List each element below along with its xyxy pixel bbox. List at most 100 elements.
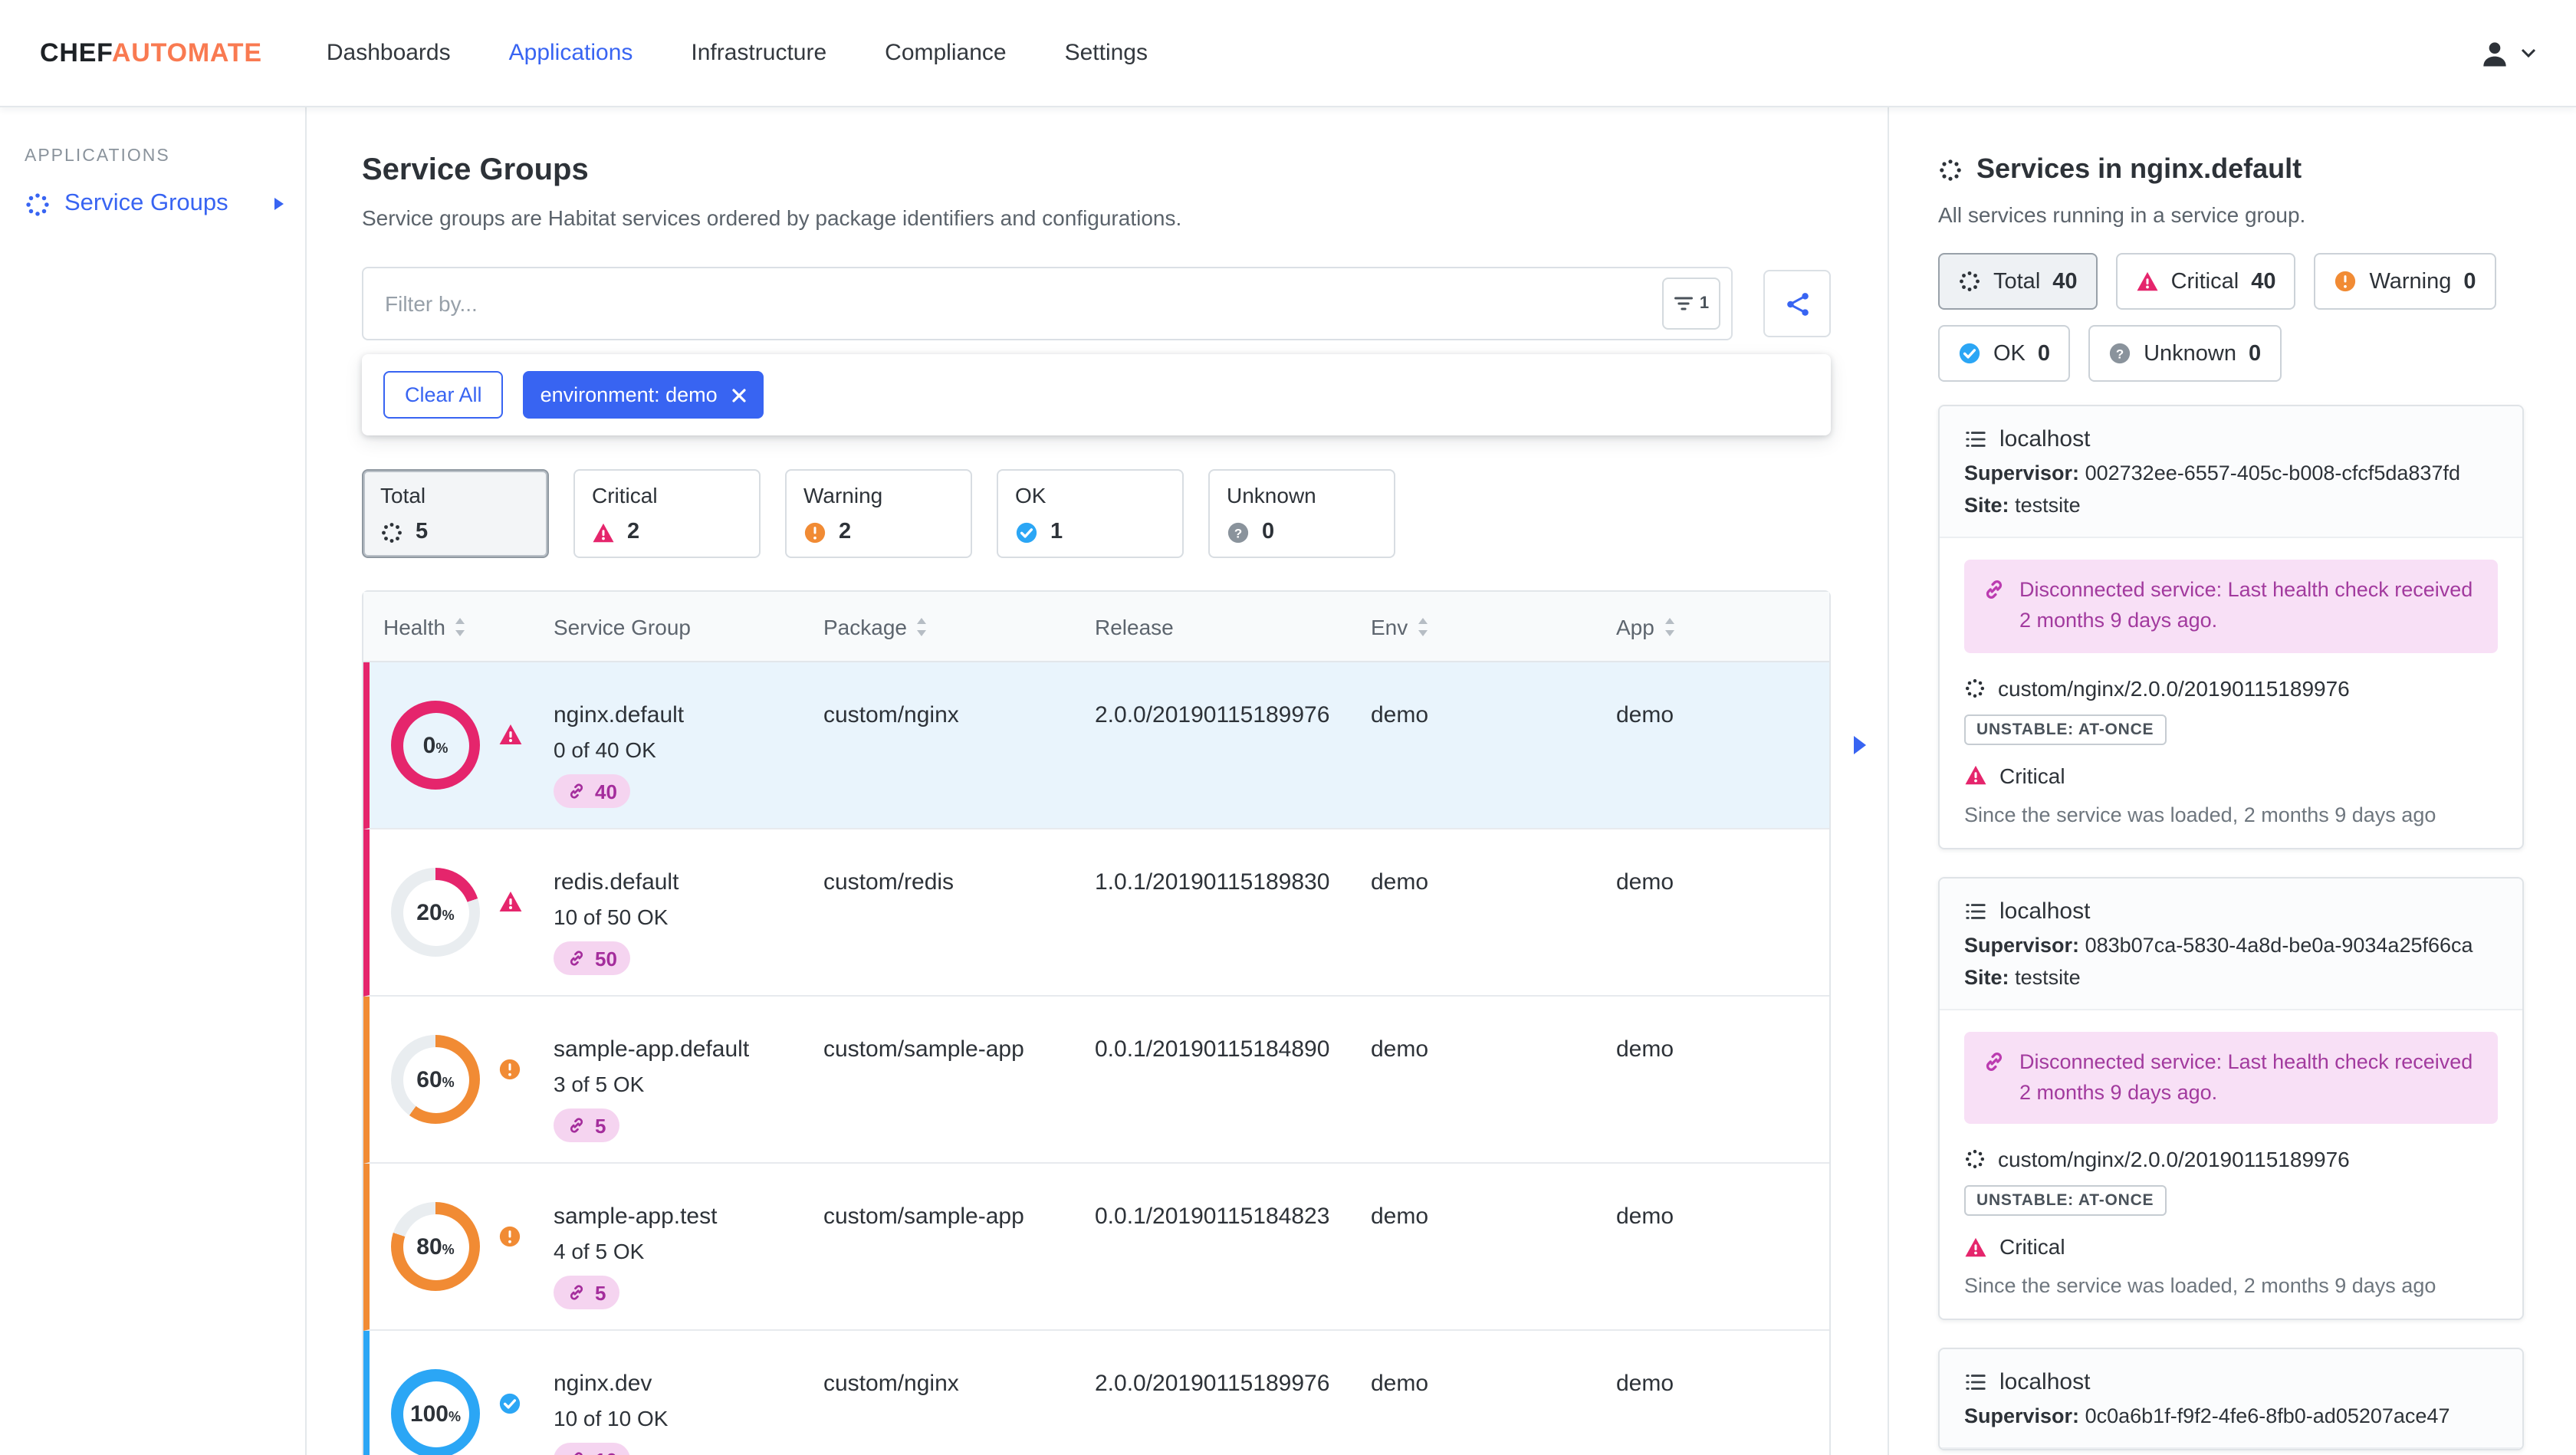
percent-sign: % — [435, 740, 449, 755]
status-card-label: Warning — [803, 483, 883, 507]
user-menu[interactable] — [2478, 36, 2536, 70]
sidebar-item-service-groups[interactable]: Service Groups — [25, 190, 284, 218]
sidebar-item-label: Service Groups — [64, 190, 228, 216]
share-button[interactable] — [1763, 270, 1831, 337]
top-navbar: CHEFAUTOMATE Dashboards Applications Inf… — [0, 0, 2576, 107]
sidebar-heading: APPLICATIONS — [25, 147, 170, 166]
pill-row: Total 40 Critical 40 Warning 0 — [1938, 253, 2524, 310]
pill-warning[interactable]: Warning 0 — [2314, 253, 2496, 310]
pill-count: 40 — [2251, 269, 2276, 294]
service-since-text: Since the service was loaded, 2 months 9… — [1964, 803, 2436, 826]
ok-icon — [1959, 343, 1980, 364]
content-row: APPLICATIONS Service Groups Service Grou… — [0, 107, 2576, 1455]
share-icon — [1786, 292, 1808, 315]
service-health: Critical — [1964, 763, 2498, 787]
notice-text: Disconnected service: Last health check … — [2019, 578, 2473, 632]
svg-text:?: ? — [1234, 525, 1242, 540]
badge-count: 50 — [595, 947, 617, 970]
service-card: localhost Supervisor: 083b07ca-5830-4a8d… — [1938, 876, 2524, 1320]
svg-text:?: ? — [2116, 347, 2124, 361]
service-package: custom/nginx/2.0.0/20190115189976 — [1964, 675, 2498, 700]
status-card-total[interactable]: Total 5 — [362, 469, 549, 558]
filter-button[interactable]: 1 — [1662, 278, 1720, 330]
service-health-label: Critical — [1999, 1234, 2065, 1259]
health-percent: 100 — [409, 1401, 449, 1427]
service-group-row-sample-app-test[interactable]: 80% sample-app.test 4 of 5 OK 5 custom/s… — [363, 1164, 1829, 1331]
logo-automate: AUTOMATE — [111, 38, 262, 67]
column-label: Env — [1371, 614, 1408, 639]
service-icon — [1965, 1149, 1985, 1169]
package-cell: custom/nginx — [823, 702, 959, 728]
service-card: localhost Supervisor: 002732ee-6557-405c… — [1938, 405, 2524, 849]
service-group-cell: sample-app.test 4 of 5 OK 5 — [554, 1164, 823, 1329]
service-group-name: sample-app.test — [554, 1204, 718, 1230]
service-since-text: Since the service was loaded, 2 months 9… — [1964, 1274, 2436, 1297]
column-header-package[interactable]: Package — [823, 614, 1095, 639]
pill-unknown[interactable]: ? Unknown 0 — [2088, 325, 2282, 382]
update-strategy-badge: UNSTABLE: AT-ONCE — [1964, 1185, 2167, 1216]
disconnected-notice: Disconnected service: Last health check … — [1964, 1031, 2498, 1124]
service-group-row-redis-default[interactable]: 20% redis.default 10 of 50 OK 50 custom/… — [363, 829, 1829, 997]
status-card-warning[interactable]: Warning 2 — [785, 469, 972, 558]
column-header-release: Release — [1095, 614, 1371, 639]
package-cell: custom/sample-app — [823, 1204, 1024, 1230]
sort-icon — [1664, 617, 1674, 636]
column-header-app[interactable]: App — [1616, 614, 1829, 639]
critical-icon — [1965, 765, 1986, 785]
chef-automate-logo[interactable]: CHEFAUTOMATE — [40, 38, 262, 68]
status-card-critical[interactable]: Critical 2 — [573, 469, 761, 558]
app-cell: demo — [1616, 1036, 1674, 1063]
status-card-ok[interactable]: OK 1 — [997, 469, 1184, 558]
pill-critical[interactable]: Critical 40 — [2115, 253, 2296, 310]
service-group-name: sample-app.default — [554, 1036, 750, 1063]
env-cell: demo — [1371, 869, 1429, 895]
disconnected-count-badge: 10 — [554, 1443, 631, 1455]
status-card-label: OK — [1015, 483, 1046, 507]
health-donut: 20% — [391, 868, 480, 957]
badge-count: 5 — [595, 1114, 606, 1137]
total-icon — [1960, 271, 1980, 291]
filter-chip-environment-demo[interactable]: environment: demo — [523, 371, 764, 419]
disconnected-notice: Disconnected service: Last health check … — [1964, 560, 2498, 652]
status-card-count: 5 — [416, 520, 429, 544]
column-header-env[interactable]: Env — [1371, 614, 1616, 639]
nav-applications[interactable]: Applications — [509, 40, 633, 66]
nav-dashboards[interactable]: Dashboards — [327, 40, 451, 66]
sort-icon — [455, 617, 465, 636]
app-cell: demo — [1616, 1371, 1674, 1397]
clear-all-button[interactable]: Clear All — [383, 371, 504, 419]
services-icon — [1940, 159, 1961, 180]
filter-icon — [1674, 297, 1694, 310]
nav-compliance[interactable]: Compliance — [885, 40, 1006, 66]
service-groups-table: Health Service Group Package Release Env… — [362, 590, 1866, 1455]
nav-infrastructure[interactable]: Infrastructure — [691, 40, 826, 66]
service-group-row-nginx-dev[interactable]: 100% nginx.dev 10 of 10 OK 10 custom/ngi… — [363, 1331, 1829, 1455]
column-label: App — [1616, 614, 1654, 639]
status-card-unknown[interactable]: Unknown ? 0 — [1208, 469, 1395, 558]
filter-bar: 1 — [362, 267, 1831, 340]
link-icon — [570, 1285, 583, 1300]
status-card-label: Unknown — [1227, 483, 1316, 507]
status-card-label: Total — [380, 483, 426, 507]
pill-ok[interactable]: OK 0 — [1938, 325, 2071, 382]
filter-input[interactable] — [363, 268, 1432, 339]
ok-count-text: 0 of 40 OK — [554, 737, 656, 762]
supervisor-label: Supervisor: — [1964, 933, 2080, 956]
ok-icon — [1016, 521, 1037, 543]
status-card-label: Critical — [592, 483, 658, 507]
critical-icon — [499, 724, 522, 744]
status-card-count: 0 — [1262, 520, 1275, 544]
service-group-row-nginx-default[interactable]: 0% nginx.default 0 of 40 OK 40 custom/ng… — [363, 662, 1866, 829]
service-group-row-sample-app-default[interactable]: 60% sample-app.default 3 of 5 OK 5 custo… — [363, 997, 1829, 1164]
pill-count: 0 — [2463, 269, 2476, 294]
column-header-health[interactable]: Health — [383, 614, 554, 639]
nav-settings[interactable]: Settings — [1065, 40, 1148, 66]
total-icon — [382, 522, 402, 542]
services-panel: Services in nginx.default All services r… — [1889, 107, 2576, 1455]
pill-label: OK — [1993, 341, 2026, 366]
health-percent: 20 — [416, 899, 442, 925]
table-header: Health Service Group Package Release Env… — [363, 592, 1829, 662]
filter-chip-label: environment: demo — [540, 383, 718, 406]
pill-total[interactable]: Total 40 — [1938, 253, 2098, 310]
close-icon[interactable] — [731, 387, 747, 402]
